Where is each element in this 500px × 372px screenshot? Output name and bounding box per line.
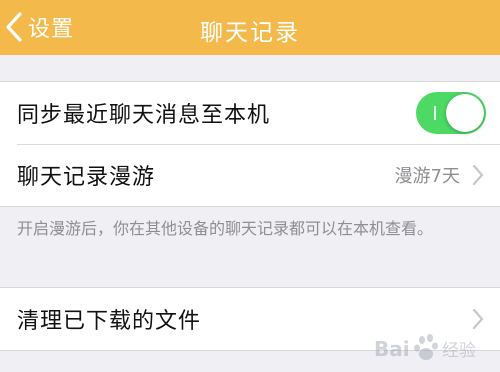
- chat-sync-group: 同步最近聊天消息至本机 聊天记录漫游 漫游7天: [0, 81, 500, 207]
- sync-recent-messages-row: 同步最近聊天消息至本机: [0, 82, 500, 144]
- sync-recent-messages-toggle[interactable]: [416, 92, 486, 134]
- chat-roaming-row[interactable]: 聊天记录漫游 漫游7天: [0, 144, 500, 206]
- toggle-on-mark: [434, 106, 436, 120]
- chevron-right-icon: [472, 164, 484, 186]
- chat-roaming-value: 漫游7天: [394, 166, 460, 187]
- svg-text:经验: 经验: [442, 341, 476, 361]
- roaming-description: 开启漫游后，你在其他设备的聊天记录都可以在本机查看。: [17, 219, 434, 238]
- chat-records-screen: 设置 聊天记录 同步最近聊天消息至本机 聊天记录漫游 漫游7天 开启漫游后，你在…: [0, 0, 500, 372]
- clear-downloads-label: 清理已下载的文件: [17, 309, 202, 334]
- baidu-jingyan-watermark: Bai 经验: [372, 328, 492, 368]
- chevron-right-icon: [472, 308, 484, 330]
- sync-recent-messages-label: 同步最近聊天消息至本机: [17, 103, 271, 128]
- chat-roaming-label: 聊天记录漫游: [17, 165, 156, 190]
- navigation-bar: 设置 聊天记录: [0, 0, 500, 55]
- svg-text:Bai: Bai: [374, 337, 410, 361]
- page-title: 聊天记录: [200, 20, 300, 46]
- toggle-knob: [446, 94, 484, 132]
